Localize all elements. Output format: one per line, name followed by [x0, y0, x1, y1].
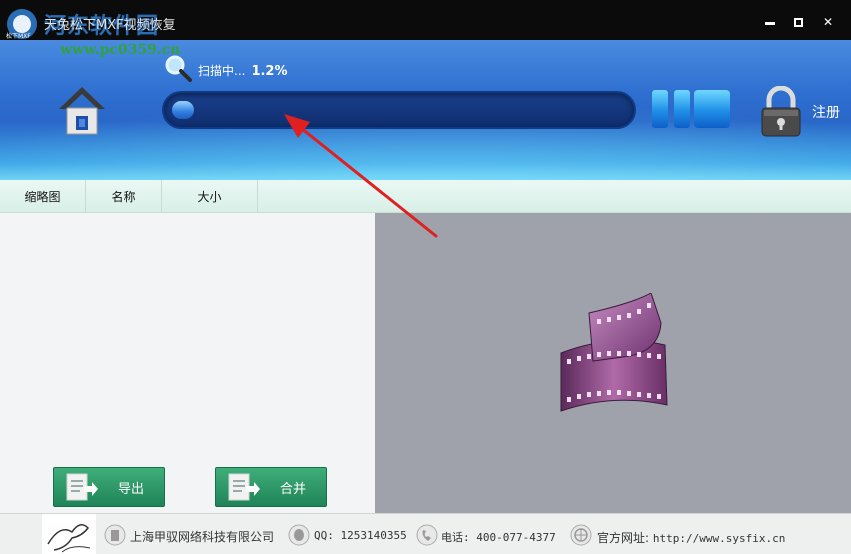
website: 官方网址: http://www.sysfix.cn — [597, 529, 785, 546]
website-label: 官方网址: — [597, 531, 653, 545]
header-toolbar: 扫描中... 1.2% 注册 — [0, 40, 851, 180]
merge-icon — [228, 473, 260, 501]
scan-progress-bar — [162, 91, 636, 129]
globe-icon — [570, 524, 592, 546]
maximize-icon — [793, 17, 803, 27]
minimize-icon — [765, 21, 775, 25]
stop-button[interactable] — [694, 90, 730, 128]
home-icon[interactable] — [56, 84, 108, 136]
pause-icon — [652, 90, 668, 128]
qq-icon — [288, 524, 310, 546]
app-logo-caption: 松下MXF — [6, 32, 31, 40]
column-name[interactable]: 名称 — [86, 180, 162, 213]
phone-icon — [416, 524, 438, 546]
film-reel-icon — [560, 293, 668, 412]
scan-progress-fill — [172, 101, 194, 119]
file-list-header: 缩略图 名称 大小 — [0, 180, 851, 213]
export-button[interactable]: 导出 — [53, 467, 165, 507]
preview-panel — [375, 213, 851, 513]
magnifier-icon — [165, 55, 192, 82]
phone-number: 电话: 400-077-4377 — [441, 531, 556, 544]
company-logo — [42, 514, 96, 554]
app-logo-icon: 松下MXF — [6, 9, 37, 40]
building-icon — [104, 524, 126, 546]
footer-bar: 上海甲驭网络科技有限公司 QQ: 1253140355 电话: 400-077-… — [0, 513, 851, 554]
close-button[interactable]: ✕ — [816, 10, 840, 34]
column-thumbnail[interactable]: 缩略图 — [0, 180, 86, 213]
maximize-button[interactable] — [786, 10, 810, 34]
watermark-url: www.pc0359.cn — [60, 42, 181, 58]
column-size[interactable]: 大小 — [162, 180, 258, 213]
file-list[interactable]: 导出 合并 — [0, 213, 375, 513]
scan-percent: 1.2% — [251, 64, 288, 79]
merge-button[interactable]: 合并 — [215, 467, 327, 507]
lock-icon[interactable] — [758, 86, 804, 138]
company-name: 上海甲驭网络科技有限公司 — [130, 530, 275, 544]
export-icon — [66, 473, 98, 501]
scan-status: 扫描中... 1.2% — [198, 62, 288, 79]
scan-label: 扫描中... — [198, 64, 246, 78]
pause-button[interactable] — [652, 90, 690, 128]
minimize-button[interactable] — [758, 10, 782, 34]
merge-label: 合并 — [280, 481, 307, 497]
window-title: 天兔松下MXF视频恢复 — [44, 18, 176, 33]
export-label: 导出 — [118, 481, 145, 497]
website-link[interactable]: http://www.sysfix.cn — [653, 532, 785, 545]
register-link[interactable]: 注册 — [812, 102, 840, 122]
qq-number: QQ: 1253140355 — [314, 529, 407, 542]
close-icon: ✕ — [822, 15, 834, 29]
title-bar: 松下MXF 河东软件园 天兔松下MXF视频恢复 ✕ — [0, 0, 851, 40]
